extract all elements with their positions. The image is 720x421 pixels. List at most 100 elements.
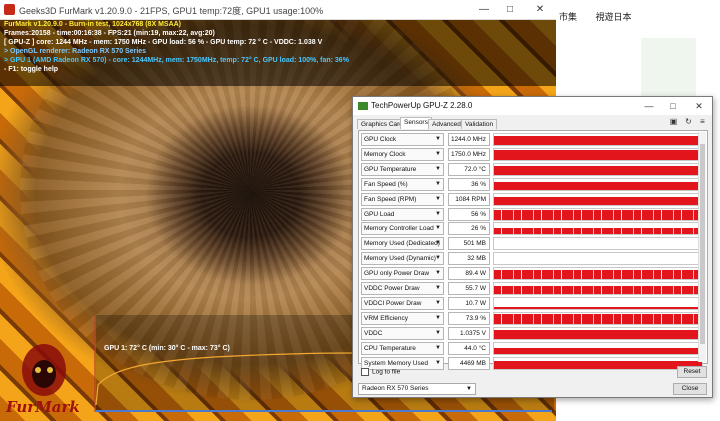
sensor-value: 73.9 % xyxy=(448,311,490,325)
sensor-name-dropdown[interactable]: Fan Speed (RPM) ▼ xyxy=(361,192,444,206)
chevron-down-icon: ▼ xyxy=(435,344,441,351)
chevron-down-icon: ▼ xyxy=(435,314,441,321)
log-to-file-option[interactable]: Log to file xyxy=(361,368,400,376)
chevron-down-icon: ▼ xyxy=(435,299,441,306)
refresh-icon[interactable]: ↻ xyxy=(684,117,693,126)
maximize-icon[interactable]: □ xyxy=(663,99,683,113)
close-button[interactable]: Close xyxy=(673,383,707,395)
sensor-list-scrollbar[interactable] xyxy=(698,132,706,362)
sensor-row: VRM Efficiency ▼ 73.9 % xyxy=(361,311,703,325)
sensor-row: System Memory Used ▼ 4469 MB xyxy=(361,356,703,370)
chevron-down-icon: ▼ xyxy=(435,165,441,172)
sensor-name-dropdown[interactable]: GPU Clock ▼ xyxy=(361,133,444,146)
temperature-graph-label: GPU 1: 72° C (min: 30° C - max: 73° C) xyxy=(104,345,230,352)
sensor-graph xyxy=(493,162,703,176)
sensor-graph-fill xyxy=(494,307,702,309)
sensor-name: GPU Load xyxy=(364,210,395,218)
sensor-row: Fan Speed (RPM) ▼ 1084 RPM xyxy=(361,192,703,206)
gpuz-titlebar: TechPowerUp GPU-Z 2.28.0 — □ ✕ xyxy=(353,97,712,115)
sensor-name: GPU Temperature xyxy=(364,165,417,173)
sensor-graph xyxy=(493,177,703,191)
sensor-name-dropdown[interactable]: CPU Temperature ▼ xyxy=(361,341,444,355)
furmark-logo: FurMark xyxy=(4,340,84,420)
close-icon[interactable]: ✕ xyxy=(689,99,709,113)
sensor-graph xyxy=(493,133,703,146)
sensor-value: 10.7 W xyxy=(448,296,490,310)
sensor-name-dropdown[interactable]: Memory Controller Load ▼ xyxy=(361,222,444,236)
sensor-name-dropdown[interactable]: Memory Used (Dynamic) ▼ xyxy=(361,252,444,266)
tab-validation[interactable]: Validation xyxy=(461,119,498,129)
sensor-name-dropdown[interactable]: VDDCI Power Draw ▼ xyxy=(361,296,444,310)
reset-button[interactable]: Reset xyxy=(677,366,707,378)
sensor-graph-fill xyxy=(494,165,702,175)
sensor-row: Memory Clock ▼ 1750.0 MHz xyxy=(361,147,703,161)
camera-icon[interactable]: ▣ xyxy=(669,117,678,126)
sensor-graph-dips xyxy=(494,223,702,235)
sensor-graph xyxy=(493,341,703,355)
sensor-graph-fill xyxy=(494,361,702,369)
sensor-graph-fill xyxy=(494,196,702,205)
sensor-graph-fill xyxy=(494,135,702,145)
close-icon[interactable]: ✕ xyxy=(530,3,550,17)
bookmark-item[interactable]: 視遊日本 xyxy=(596,12,632,22)
sensor-name: VDDC xyxy=(364,329,383,337)
sensor-row: Memory Used (Dedicated) ▼ 501 MB xyxy=(361,237,703,251)
bookmark-item[interactable]: 市集 xyxy=(559,12,577,22)
sensor-graph xyxy=(493,222,703,236)
info-line: > OpenGL renderer: Radeon RX 570 Series xyxy=(4,48,147,55)
minimize-icon[interactable]: — xyxy=(639,99,659,113)
sensor-value: 72.0 °C xyxy=(448,162,490,176)
sensor-name-dropdown[interactable]: Memory Used (Dedicated) ▼ xyxy=(361,237,444,251)
sensor-name-dropdown[interactable]: VDDC ▼ xyxy=(361,326,444,340)
sensor-value: 4469 MB xyxy=(448,356,490,370)
sensor-name-dropdown[interactable]: VDDC Power Draw ▼ xyxy=(361,282,444,295)
browser-bookmarks-bar: 市集 視遊日本 xyxy=(559,10,648,23)
sensor-row: GPU only Power Draw ▼ 89.4 W xyxy=(361,267,703,281)
sensor-row: Memory Controller Load ▼ 26 % xyxy=(361,222,703,236)
sensor-graph-dips xyxy=(494,268,702,280)
maximize-icon[interactable]: □ xyxy=(500,3,520,17)
sensor-row: GPU Clock ▼ 1244.0 MHz xyxy=(361,133,703,146)
chevron-down-icon: ▼ xyxy=(435,180,441,187)
log-to-file-checkbox[interactable] xyxy=(361,368,369,376)
sensor-name-dropdown[interactable]: GPU only Power Draw ▼ xyxy=(361,267,444,281)
sensor-graph xyxy=(493,237,703,251)
sensor-name: Fan Speed (RPM) xyxy=(364,195,417,203)
sensor-graph-fill xyxy=(494,150,702,160)
sensor-name-dropdown[interactable]: GPU Load ▼ xyxy=(361,207,444,221)
menu-icon[interactable]: ≡ xyxy=(698,117,707,126)
scrollbar-thumb[interactable] xyxy=(700,144,705,344)
chevron-down-icon: ▼ xyxy=(435,150,441,157)
sensor-name-dropdown[interactable]: VRM Efficiency ▼ xyxy=(361,311,444,325)
sensor-graph xyxy=(493,296,703,310)
sensor-name: GPU only Power Draw xyxy=(364,270,430,278)
chevron-down-icon: ▼ xyxy=(435,225,441,232)
chevron-down-icon: ▼ xyxy=(435,195,441,202)
tab-advanced[interactable]: Advanced xyxy=(428,119,465,129)
gpuz-window: TechPowerUp GPU-Z 2.28.0 — □ ✕ Graphics … xyxy=(352,96,713,398)
sensor-value: 501 MB xyxy=(448,237,490,251)
sensor-name: Fan Speed (%) xyxy=(364,180,408,188)
sensor-name: Memory Controller Load xyxy=(364,225,434,233)
chevron-down-icon: ▼ xyxy=(435,255,441,262)
chevron-down-icon: ▼ xyxy=(435,270,441,277)
sensor-name: CPU Temperature xyxy=(364,344,416,352)
sensor-value: 1084 RPM xyxy=(448,192,490,206)
chevron-down-icon: ▼ xyxy=(435,240,441,247)
minimize-icon[interactable]: — xyxy=(474,3,494,17)
sensor-name: Memory Used (Dedicated) xyxy=(364,240,440,248)
sensor-name-dropdown[interactable]: Fan Speed (%) ▼ xyxy=(361,177,444,191)
chevron-down-icon: ▼ xyxy=(435,329,441,336)
sensor-row: CPU Temperature ▼ 44.0 °C xyxy=(361,341,703,355)
sensor-value: 56 % xyxy=(448,207,490,221)
furmark-app-icon xyxy=(4,4,15,15)
sensor-name-dropdown[interactable]: GPU Temperature ▼ xyxy=(361,162,444,176)
chevron-down-icon: ▼ xyxy=(435,359,441,366)
sensor-value: 1.0375 V xyxy=(448,326,490,340)
sensor-name-dropdown[interactable]: Memory Clock ▼ xyxy=(361,147,444,161)
sensor-name: Memory Used (Dynamic) xyxy=(364,255,436,263)
gpu-device-select[interactable]: Radeon RX 570 Series ▼ xyxy=(358,383,476,395)
sensor-row: VDDC Power Draw ▼ 55.7 W xyxy=(361,282,703,295)
sensor-row: Fan Speed (%) ▼ 36 % xyxy=(361,177,703,191)
sensor-graph-fill xyxy=(494,347,702,354)
